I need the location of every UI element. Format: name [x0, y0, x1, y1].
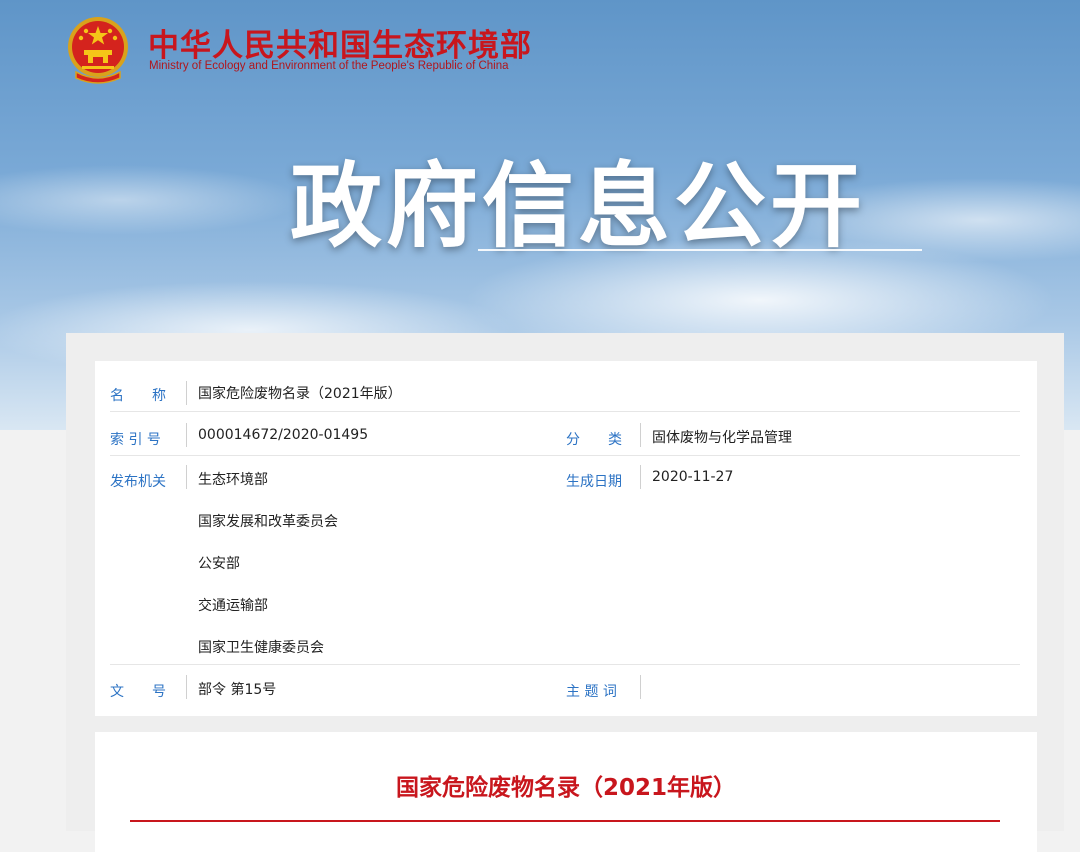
- divider: [640, 465, 641, 489]
- org-name-cn[interactable]: 中华人民共和国生态环境部: [148, 20, 532, 65]
- meta-row-docno: 文 号 部令 第15号 主 题 词: [110, 665, 1020, 709]
- org-name-en[interactable]: Ministry of Ecology and Environment of t…: [149, 60, 509, 72]
- divider: [186, 675, 187, 699]
- divider: [640, 675, 641, 699]
- meta-value-docno: 部令 第15号: [198, 682, 277, 698]
- meta-label-date: 生成日期: [566, 474, 622, 490]
- divider: [186, 381, 187, 405]
- meta-value-name: 国家危险废物名录（2021年版）: [198, 386, 402, 402]
- meta-label-issuer: 发布机关: [110, 474, 166, 490]
- meta-value-issuer: 公安部: [198, 556, 240, 572]
- national-emblem-icon: [68, 17, 128, 84]
- meta-value-issuer: 生态环境部: [198, 472, 268, 488]
- meta-value-issuer: 国家卫生健康委员会: [198, 640, 324, 656]
- meta-label-keywords: 主 题 词: [566, 684, 617, 700]
- meta-label-docno: 文 号: [110, 684, 166, 700]
- meta-row-index: 索 引 号 000014672/2020-01495 分 类 固体废物与化学品管…: [110, 413, 1020, 456]
- meta-value-issuer: 国家发展和改革委员会: [198, 514, 338, 530]
- meta-label-index: 索 引 号: [110, 432, 161, 448]
- divider: [186, 465, 187, 489]
- meta-row-name: 名 称 国家危险废物名录（2021年版）: [110, 379, 1020, 412]
- meta-value-index: 000014672/2020-01495: [198, 427, 369, 443]
- title-divider: [130, 820, 1000, 822]
- meta-value-date: 2020-11-27: [652, 469, 734, 485]
- meta-value-category: 固体废物与化学品管理: [652, 430, 792, 446]
- meta-value-issuer: 交通运输部: [198, 598, 268, 614]
- divider: [186, 423, 187, 447]
- meta-row-issuer: 发布机关 生态环境部 国家发展和改革委员会 公安部 交通运输部 国家卫生健康委员…: [110, 455, 1020, 665]
- meta-label-category: 分 类: [566, 432, 622, 448]
- document-metadata-card: 名 称 国家危险废物名录（2021年版） 索 引 号 000014672/202…: [95, 361, 1037, 716]
- banner-underline: [478, 249, 922, 251]
- document-title: 国家危险废物名录（2021年版）: [395, 775, 736, 801]
- document-body-card: 国家危险废物名录（2021年版）: [95, 732, 1037, 852]
- banner-title: 政府信息公开: [290, 153, 867, 260]
- divider: [640, 423, 641, 447]
- meta-label-name: 名 称: [110, 388, 166, 404]
